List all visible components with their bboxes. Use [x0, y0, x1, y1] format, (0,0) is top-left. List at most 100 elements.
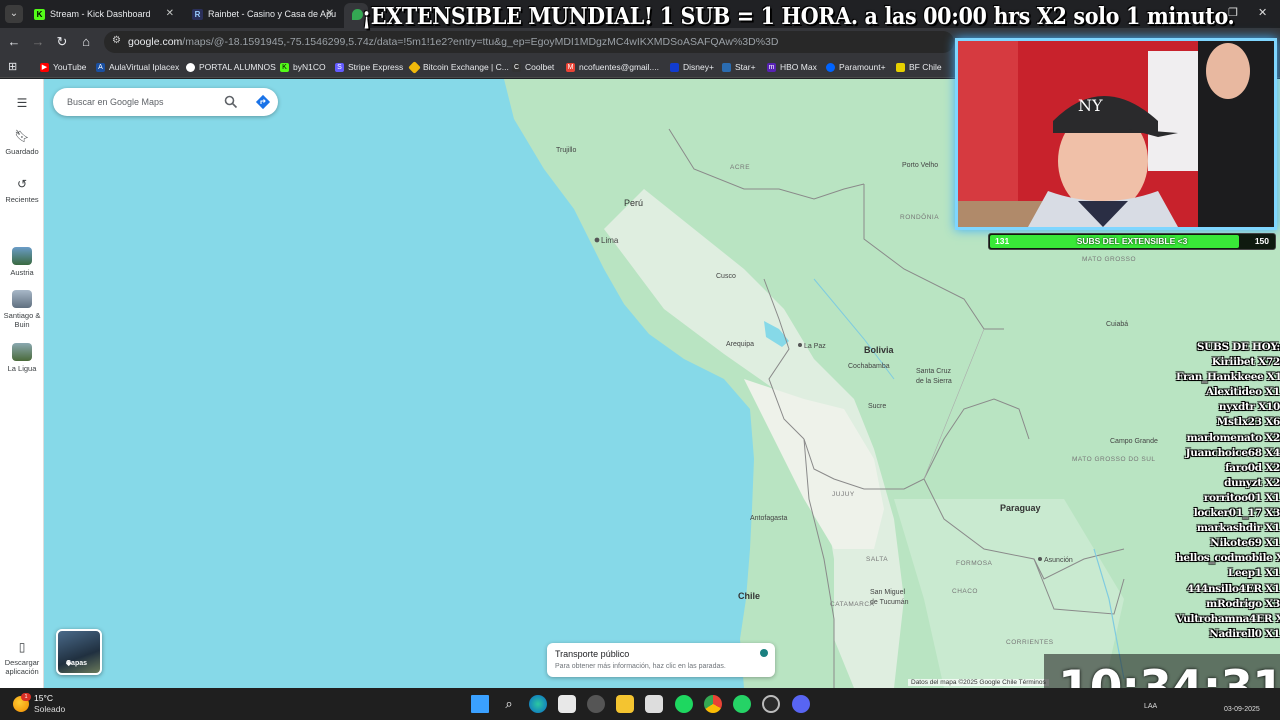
map-label-porto-velho: Porto Velho: [902, 162, 938, 169]
site-info-icon[interactable]: ⚙: [112, 35, 124, 47]
recent-label: Recientes: [5, 195, 39, 204]
subs-list-entry: locker01_17 X3: [1193, 507, 1280, 520]
history-icon: ↺: [16, 177, 28, 191]
map-label-cusco: Cusco: [716, 273, 736, 280]
bookmark-hbo-max[interactable]: m HBO Max: [767, 56, 817, 78]
layers-button[interactable]: ◈ Capas: [56, 629, 102, 675]
taskbar-date[interactable]: 03-09-2025: [1224, 706, 1260, 713]
bookmark-label: Disney+: [683, 62, 714, 72]
sub-goal-label: SUBS DEL EXTENSIBLE <3: [1076, 236, 1188, 246]
stream-overlay-title: ¡EXTENSIBLE MUNDIAL! 1 SUB = 1 HORA. a l…: [362, 3, 1235, 30]
forward-arrow-icon[interactable]: →: [30, 34, 46, 50]
map-label-lima: Lima: [601, 236, 619, 245]
bookmark-aulavirtual[interactable]: A AulaVirtual Iplacex: [96, 56, 179, 78]
map-label-acre: ACRE: [730, 164, 750, 171]
bookmark-byn1co[interactable]: KbyN1CO: [280, 56, 326, 78]
store-icon[interactable]: [558, 695, 576, 713]
search-icon[interactable]: [224, 95, 238, 109]
reload-icon[interactable]: ↻: [54, 34, 70, 50]
windows-start-icon[interactable]: [471, 695, 489, 713]
saved-button[interactable]: 🔖︎ Guardado: [0, 128, 44, 156]
layers-text: Capas: [66, 660, 88, 667]
recent-place-santiago-buin[interactable]: Santiago & Buin: [0, 290, 44, 329]
bookmark-label: Stripe Express: [348, 62, 404, 72]
map-label-sucre: Sucre: [868, 403, 886, 410]
maps-sidebar: ☰ 🔖︎ Guardado ↺ Recientes Austria Santia…: [0, 79, 44, 688]
address-bar[interactable]: ⚙ google.com/maps/@-18.1591945,-75.15462…: [104, 31, 954, 53]
obs-icon[interactable]: [762, 695, 780, 713]
subs-list-entry: Kiriibet X72: [1211, 356, 1280, 369]
map-label-tucuman-1: San Miguel: [870, 589, 905, 596]
back-arrow-icon[interactable]: ←: [6, 34, 22, 50]
app-icon[interactable]: [587, 695, 605, 713]
chrome-icon[interactable]: [704, 695, 722, 713]
place-label: La Ligua: [7, 364, 37, 373]
globe-icon: [186, 63, 195, 73]
close-icon[interactable]: ✕: [326, 3, 334, 25]
subs-list-entry: 444nsillo4ER X1: [1186, 582, 1280, 595]
bookmark-icon: 🔖︎: [14, 129, 30, 143]
transit-title: Transporte público: [555, 649, 630, 659]
whatsapp-icon[interactable]: [733, 695, 751, 713]
url-host: google.com: [128, 36, 183, 48]
language-indicator[interactable]: LAA: [1144, 703, 1157, 710]
bookmark-paramount[interactable]: Paramount+: [826, 56, 886, 78]
map-label-catamarca: CATAMARCA: [830, 601, 875, 608]
subs-list-entry: Alexitideo X1: [1205, 386, 1280, 399]
map-label-jujuy: JUJUY: [832, 491, 855, 498]
subs-list-entry: rorritoo01 X1: [1203, 491, 1280, 504]
map-label-trujillo: Trujillo: [556, 147, 576, 154]
recent-button[interactable]: ↺ Recientes: [0, 176, 44, 204]
hbo-max-icon: m: [767, 63, 776, 73]
search-input[interactable]: Buscar en Google Maps: [67, 88, 164, 116]
subs-list-entry: marlomenato X2: [1186, 431, 1280, 444]
bookmark-disney[interactable]: Disney+: [670, 56, 714, 78]
menu-button[interactable]: ☰: [0, 95, 44, 114]
svg-text:NY: NY: [1078, 96, 1103, 115]
bookmark-bf-chile[interactable]: BF Chile: [896, 56, 942, 78]
home-icon[interactable]: ⌂: [78, 34, 94, 50]
aulavirtual-icon: A: [96, 63, 105, 73]
hamburger-menu-icon: ☰: [16, 96, 28, 110]
map-label-campo-grande: Campo Grande: [1110, 438, 1158, 445]
bookmark-bitcoin-exchange[interactable]: Bitcoin Exchange | C...: [408, 56, 509, 78]
close-window-icon[interactable]: ✕: [1258, 6, 1267, 19]
rainbet-favicon-icon: R: [192, 9, 203, 21]
map-label-tucuman-2: de Tucumán: [870, 599, 909, 606]
bookmark-label: Paramount+: [839, 62, 886, 72]
map-label-cuiaba: Cuiabá: [1106, 321, 1128, 328]
maps-search-box[interactable]: Buscar en Google Maps: [53, 88, 278, 116]
tab-rainbet[interactable]: R Rainbet - Casino y Casa de Apu ✕: [184, 3, 340, 25]
subs-list-entry: Juanchoice68 X4: [1185, 446, 1280, 459]
discord-icon[interactable]: [792, 695, 810, 713]
close-icon[interactable]: ✕: [166, 3, 174, 25]
bookmark-gmail[interactable]: Mncofuentes@gmail....: [566, 56, 659, 78]
directions-icon[interactable]: [255, 94, 271, 110]
bookmark-label: YouTube: [53, 62, 87, 72]
apps-grid-icon[interactable]: ⊞: [8, 56, 17, 78]
tab-kick-dashboard[interactable]: K Stream - Kick Dashboard ✕: [26, 3, 180, 25]
bookmark-stripe[interactable]: S Stripe Express: [335, 56, 403, 78]
bookmark-label: HBO Max: [780, 62, 817, 72]
download-app-button[interactable]: ▯ Descargar aplicación: [0, 639, 44, 676]
city-marker-asuncion: [1038, 557, 1042, 561]
transit-info-card[interactable]: Transporte público Para obtener más info…: [547, 643, 775, 677]
bookmark-coolbet[interactable]: C Coolbet: [512, 56, 554, 78]
search-icon[interactable]: ⌕: [500, 695, 518, 713]
bookmark-star[interactable]: Star+: [722, 56, 756, 78]
tab-search-chevron-icon[interactable]: ⌄: [5, 5, 23, 23]
subs-today-list: SUBS DE HOY: Kiriibet X72 Fran_Hankkeee X1…: [1176, 340, 1280, 642]
edge-icon[interactable]: [529, 695, 547, 713]
subs-list-entry: hellos_codmobile X1: [1176, 552, 1280, 565]
spotify-icon[interactable]: [675, 695, 693, 713]
windows-taskbar: 1 15°C Soleado ⌕ LAA 03-09-2025: [0, 688, 1280, 720]
snipping-tool-icon[interactable]: [645, 695, 663, 713]
map-label-bolivia: Bolivia: [864, 345, 895, 355]
bookmark-label: BF Chile: [909, 62, 942, 72]
recent-place-austria[interactable]: Austria: [0, 247, 44, 277]
bookmark-portal-alumnos[interactable]: PORTAL ALUMNOS: [186, 56, 276, 78]
bookmark-label: Bitcoin Exchange | C...: [423, 62, 509, 72]
recent-place-la-ligua[interactable]: La Ligua: [0, 343, 44, 373]
bookmark-youtube[interactable]: ▶ YouTube: [40, 56, 86, 78]
file-explorer-icon[interactable]: [616, 695, 634, 713]
